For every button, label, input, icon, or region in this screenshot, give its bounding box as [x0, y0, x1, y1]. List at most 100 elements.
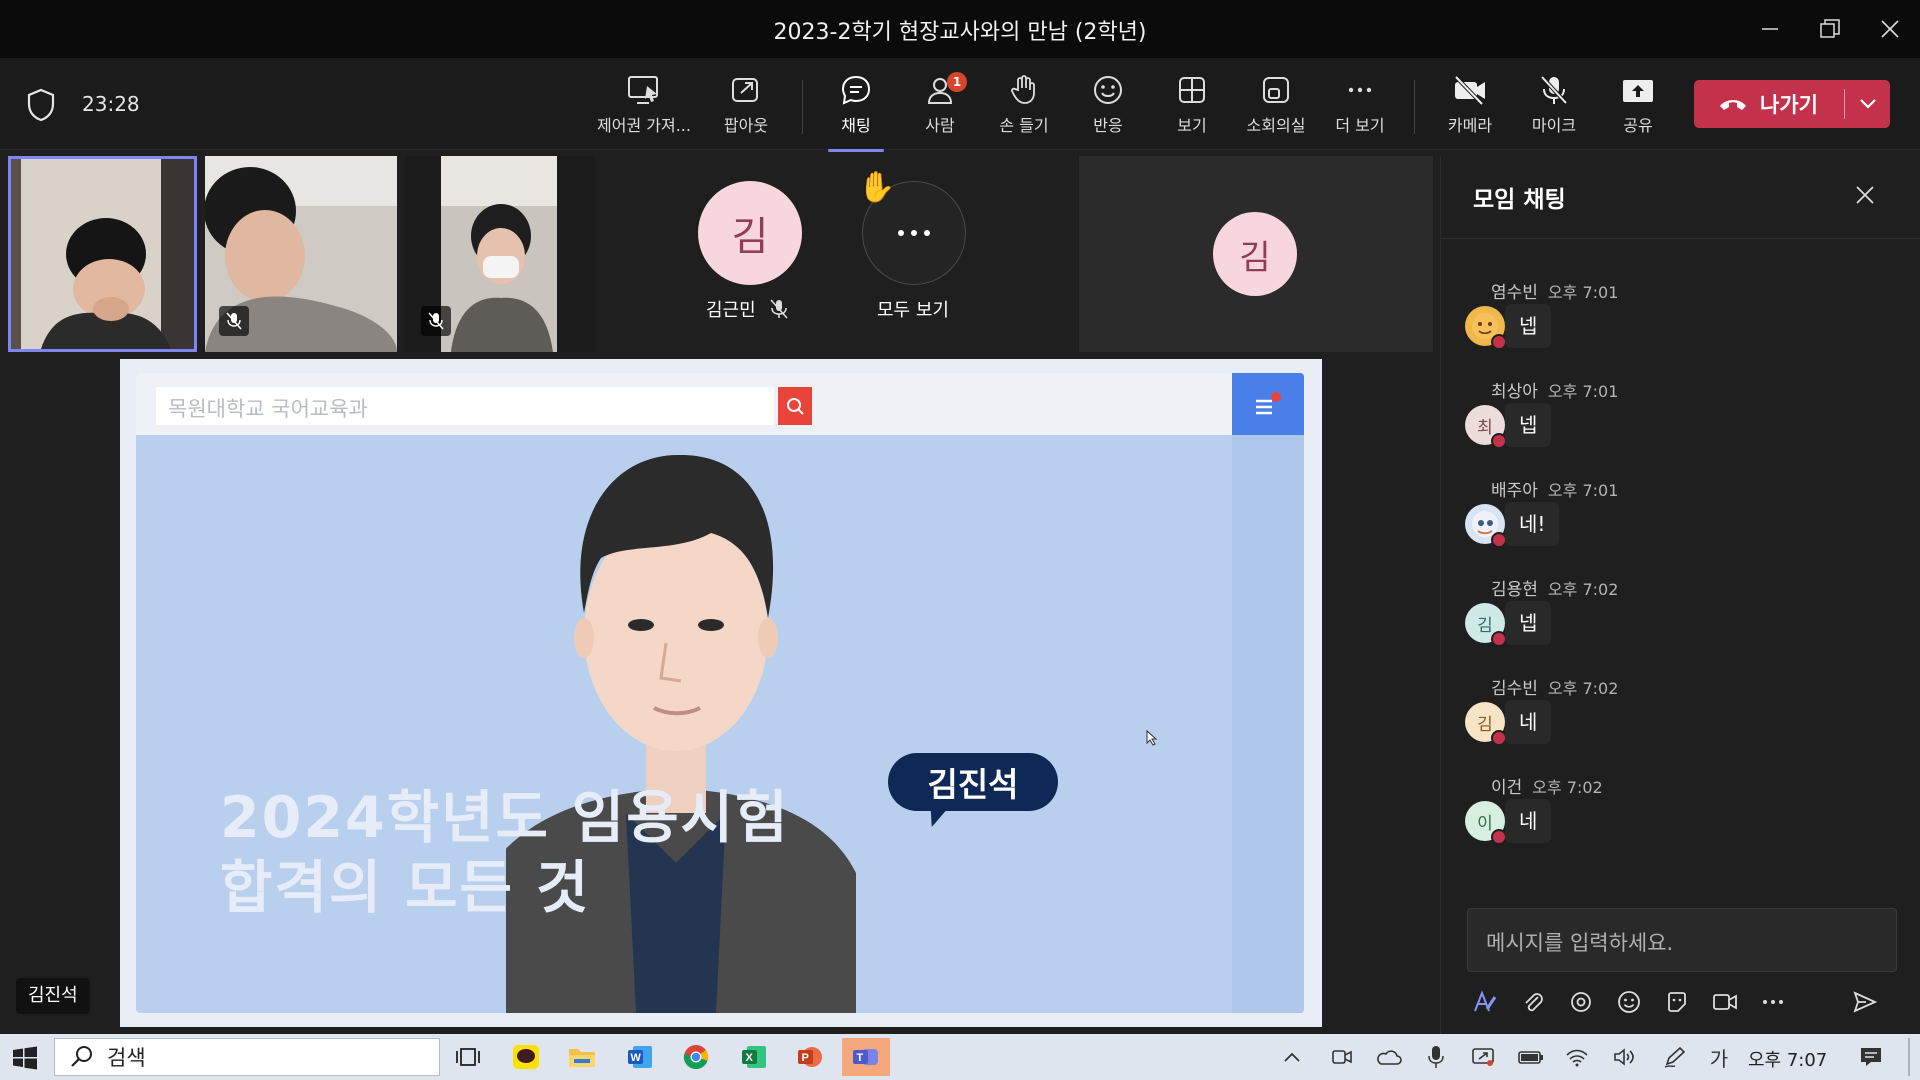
chat-message-text: 네! — [1505, 502, 1560, 546]
emoji-icon — [1618, 991, 1640, 1013]
meeting-title: 2023-2학기 현장교사와의 만남 (2학년) — [773, 20, 1147, 45]
excel-app[interactable]: X — [730, 1038, 778, 1076]
teams-app[interactable]: T — [842, 1038, 890, 1076]
chevron-up-icon — [1284, 1052, 1300, 1062]
share-icon — [1623, 80, 1653, 102]
onedrive-icon[interactable] — [1374, 1042, 1404, 1072]
powerpoint-app[interactable]: P — [786, 1038, 834, 1076]
close-chat-button[interactable] — [1855, 182, 1875, 212]
powerpoint-icon: P — [798, 1047, 822, 1067]
ime-indicator[interactable]: 가 — [1704, 1042, 1734, 1072]
task-view-button[interactable] — [444, 1038, 492, 1076]
chat-message[interactable]: 최상아 오후 7:01 최 넵 — [1465, 377, 1895, 467]
windows-taskbar: 검색 W X P T 가 오후 7:07 — [0, 1034, 1920, 1080]
popout-icon — [732, 78, 758, 102]
screen-share-tray-icon[interactable] — [1468, 1042, 1498, 1072]
kakaotalk-app[interactable] — [502, 1038, 550, 1076]
start-button[interactable] — [12, 1046, 38, 1074]
video-clip-button[interactable] — [1707, 984, 1743, 1020]
breakout-rooms-button[interactable]: 소회의실 — [1228, 70, 1324, 142]
chat-message[interactable]: 김용현 오후 7:02 김 넵 — [1465, 575, 1895, 665]
camera-button[interactable]: 카메라 — [1422, 70, 1518, 142]
tray-chevron-up-icon[interactable] — [1280, 1042, 1304, 1072]
view-icon — [1179, 77, 1205, 103]
participant-video-self[interactable] — [8, 156, 197, 352]
folder-icon — [569, 1049, 595, 1067]
volume-icon[interactable] — [1610, 1042, 1640, 1072]
raise-hand-icon — [1011, 75, 1035, 104]
word-app[interactable]: W — [616, 1038, 664, 1076]
task-view-icon — [456, 1048, 480, 1066]
chat-message-input[interactable]: 메시지를 입력하세요. — [1467, 908, 1897, 972]
view-button[interactable]: 보기 — [1144, 70, 1240, 142]
close-window-button[interactable] — [1870, 10, 1910, 48]
wifi-icon[interactable] — [1562, 1042, 1592, 1072]
notification-icon[interactable] — [1856, 1042, 1886, 1072]
format-button[interactable] — [1467, 984, 1503, 1020]
chat-message[interactable]: 염수빈 오후 7:01 넵 — [1465, 278, 1895, 368]
participant-muted-indicator — [219, 306, 249, 336]
restore-button[interactable] — [1810, 10, 1850, 48]
attach-button[interactable] — [1515, 984, 1551, 1020]
close-icon — [1881, 20, 1899, 38]
presenter-name-tag: 김진석 — [16, 978, 90, 1014]
participant-avatar: 김 — [1213, 212, 1297, 296]
restore-icon — [1820, 19, 1840, 38]
leave-button[interactable]: 나가기 — [1694, 80, 1844, 128]
send-button[interactable] — [1847, 984, 1883, 1020]
loop-icon — [1571, 992, 1591, 1012]
more-button[interactable]: 더 보기 — [1312, 70, 1408, 142]
meet-now-icon[interactable] — [1328, 1042, 1356, 1072]
taskbar-search[interactable]: 검색 — [54, 1038, 440, 1076]
chat-message-text: 넵 — [1505, 403, 1552, 447]
more-icon — [1763, 1000, 1783, 1004]
participant-name: 김근민 — [706, 296, 790, 322]
breakout-rooms-icon — [1263, 77, 1289, 103]
more-options-button[interactable] — [1755, 984, 1791, 1020]
loop-button[interactable] — [1563, 984, 1599, 1020]
meeting-chat-panel: 모임 채팅 염수빈 오후 7:01 넵 최상아 오후 7:01 최 넵 배주아 오후 … — [1440, 156, 1920, 1034]
chat-message[interactable]: 김수빈 오후 7:02 김 네 — [1465, 674, 1895, 764]
meeting-toolbar: 23:28 제어권 가져... 팝아웃 채팅 1 사람 손 들기 반응 보기 소… — [0, 58, 1920, 152]
share-button[interactable]: 공유 — [1590, 70, 1686, 142]
popout-button[interactable]: 팝아웃 — [698, 70, 794, 142]
show-desktop-button[interactable] — [1908, 1038, 1910, 1076]
pen-icon[interactable] — [1660, 1042, 1690, 1072]
people-button[interactable]: 1 사람 — [892, 70, 988, 142]
chat-message[interactable]: 배주아 오후 7:01 네! — [1465, 476, 1895, 566]
camera-off-icon — [1454, 75, 1485, 106]
slide-headline: 2024학년도 임용시험 합격의 모든 것 — [220, 785, 790, 921]
chat-button[interactable]: 채팅 — [808, 70, 904, 152]
raise-hand-button[interactable]: 손 들기 — [976, 70, 1072, 142]
chat-message-text: 넵 — [1505, 304, 1552, 348]
chat-message[interactable]: 이건 오후 7:02 이 네 — [1465, 773, 1895, 863]
mic-off-icon — [428, 312, 444, 330]
react-button[interactable]: 반응 — [1060, 70, 1156, 142]
view-all-label: 모두 보기 — [877, 300, 949, 321]
spotlight-tile[interactable]: 김 — [1079, 156, 1433, 352]
chrome-app[interactable] — [672, 1038, 720, 1076]
request-control-icon — [628, 76, 658, 104]
taskbar-clock[interactable]: 오후 7:07 — [1748, 1046, 1827, 1072]
speaker-name-bubble: 김진석 — [888, 753, 1058, 811]
participant-video-image — [11, 159, 194, 349]
participant-video-3[interactable] — [405, 156, 595, 352]
more-icon — [898, 230, 930, 236]
participant-muted-indicator — [421, 306, 451, 336]
file-explorer-app[interactable] — [558, 1038, 606, 1076]
sticker-button[interactable] — [1659, 984, 1695, 1020]
microphone-tray-icon[interactable] — [1422, 1042, 1450, 1072]
participant-video-2[interactable] — [205, 156, 397, 352]
mic-off-icon — [1540, 75, 1568, 105]
microphone-button[interactable]: 마이크 — [1506, 70, 1602, 142]
leave-options-button[interactable] — [1845, 98, 1890, 110]
participant-avatar-kimgeunmin: 김 — [698, 181, 802, 285]
title-bar: 2023-2학기 현장교사와의 만남 (2학년) — [0, 0, 1920, 58]
svg-text:X: X — [746, 1052, 754, 1064]
chrome-icon — [683, 1045, 709, 1070]
attach-icon — [1525, 993, 1543, 1012]
emoji-button[interactable] — [1611, 984, 1647, 1020]
minimize-button[interactable] — [1750, 10, 1790, 48]
battery-icon[interactable] — [1516, 1042, 1546, 1072]
request-control-button[interactable]: 제어권 가져... — [596, 70, 692, 142]
